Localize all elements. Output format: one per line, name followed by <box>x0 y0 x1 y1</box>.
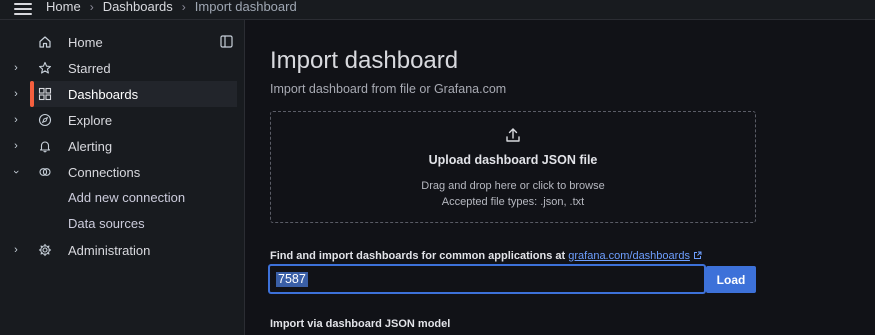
sidebar-item-add-new-connection[interactable]: Add new connection <box>68 190 185 205</box>
chevron-right-icon: › <box>181 0 186 14</box>
json-model-label: Import via dashboard JSON model <box>270 318 451 330</box>
dashboard-id-value: 7587 <box>276 272 308 287</box>
breadcrumb-home[interactable]: Home <box>46 0 81 14</box>
sidebar-item-administration[interactable]: › Administration <box>0 237 238 263</box>
find-dashboards-text: Find and import dashboards for common ap… <box>270 250 569 262</box>
chevron-right-icon[interactable]: › <box>10 114 22 126</box>
breadcrumb: Home › Dashboards › Import dashboard <box>46 0 297 14</box>
sidebar-item-explore[interactable]: › Explore <box>0 107 238 133</box>
sidebar-item-data-sources[interactable]: Data sources <box>68 216 145 231</box>
upload-icon <box>504 126 522 144</box>
sidebar-item-label: Dashboards <box>68 86 139 102</box>
chevron-right-icon: › <box>89 0 94 14</box>
sidebar-item-label: Connections <box>68 164 141 180</box>
sidebar-item-label: Explore <box>68 112 113 128</box>
upload-title: Upload dashboard JSON file <box>428 153 598 167</box>
home-icon <box>38 35 52 49</box>
upload-dropzone[interactable]: Upload dashboard JSON file Drag and drop… <box>270 111 756 223</box>
compass-icon <box>38 113 52 127</box>
chevron-down-icon[interactable]: › <box>10 166 22 178</box>
sidebar-item-dashboards[interactable]: Dashboards <box>30 81 237 107</box>
sidebar-item-starred[interactable]: › Starred <box>0 55 238 81</box>
sidebar-item-connections[interactable]: › Connections <box>0 159 238 185</box>
page-title: Import dashboard <box>270 47 459 74</box>
breadcrumb-import-dashboard: Import dashboard <box>194 0 297 14</box>
active-indicator <box>30 81 34 107</box>
grafana-dashboards-link[interactable]: grafana.com/dashboards <box>568 250 690 262</box>
connections-icon <box>38 165 52 179</box>
page-subtitle: Import dashboard from file or Grafana.co… <box>270 82 507 96</box>
top-bar: Home › Dashboards › Import dashboard <box>0 0 875 20</box>
upload-hint: Drag and drop here or click to browse <box>421 180 605 192</box>
main-content: Import dashboard Import dashboard from f… <box>246 20 875 335</box>
dashboard-id-input[interactable]: 7587 <box>269 265 705 293</box>
sidebar-item-alerting[interactable]: › Alerting <box>0 133 238 159</box>
bell-icon <box>38 139 52 153</box>
sidebar-item-label: Starred <box>68 60 111 76</box>
sidebar-item-label: Alerting <box>68 138 113 154</box>
cog-icon <box>38 243 52 257</box>
sidebar: Home › Starred › Dashboards › Explore › … <box>0 20 245 335</box>
find-dashboards-label: Find and import dashboards for common ap… <box>270 250 702 262</box>
chevron-right-icon[interactable]: › <box>10 88 22 100</box>
star-icon <box>38 61 52 75</box>
grid-icon <box>38 87 52 101</box>
chevron-right-icon[interactable]: › <box>10 244 22 256</box>
upload-file-types: Accepted file types: .json, .txt <box>441 196 585 208</box>
sidebar-item-home[interactable]: Home <box>0 29 238 55</box>
breadcrumb-dashboards[interactable]: Dashboards <box>103 0 173 14</box>
sidebar-item-label: Home <box>68 34 103 50</box>
sidebar-item-label: Administration <box>68 242 151 258</box>
external-link-icon[interactable] <box>693 251 702 260</box>
chevron-right-icon[interactable]: › <box>10 140 22 152</box>
load-button[interactable]: Load <box>706 266 756 293</box>
chevron-right-icon[interactable]: › <box>10 62 22 74</box>
menu-icon[interactable] <box>14 0 32 15</box>
